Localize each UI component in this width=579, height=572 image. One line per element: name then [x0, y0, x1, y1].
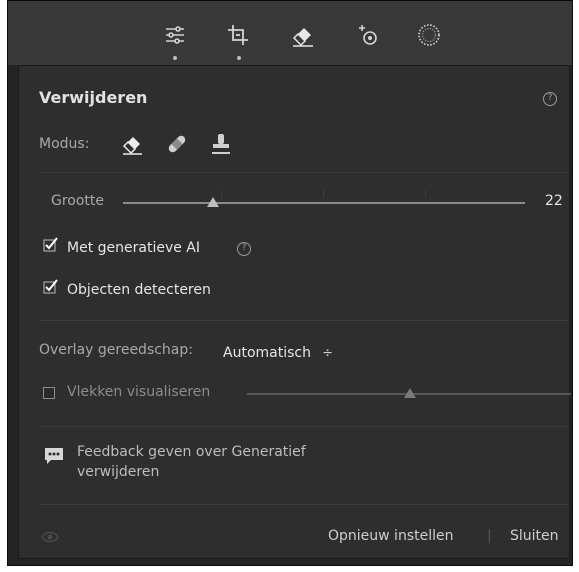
- mode-clone-button[interactable]: [209, 132, 233, 160]
- overlay-tool-label: Overlay gereedschap:: [39, 342, 193, 358]
- masking-icon: [418, 24, 440, 46]
- section-divider: [39, 426, 569, 427]
- feedback-link[interactable]: Feedback geven over Generatief verwijder…: [77, 444, 306, 480]
- visualize-spots-label: Vlekken visualiseren: [67, 384, 211, 400]
- mode-label: Modus:: [39, 136, 90, 152]
- feedback-icon: [45, 448, 63, 464]
- close-button[interactable]: Sluiten: [510, 528, 559, 544]
- section-divider: [39, 172, 569, 173]
- redeye-icon: [359, 25, 377, 45]
- feedback-line-2: verwijderen: [77, 464, 160, 480]
- mode-heal-button[interactable]: [165, 132, 189, 160]
- tool-remove[interactable]: [287, 19, 319, 51]
- feedback-line-1: Feedback geven over Generatief: [77, 444, 306, 460]
- detect-objects-checkbox[interactable]: [43, 278, 59, 294]
- tool-edit-sliders[interactable]: [159, 19, 191, 51]
- mode-eraser-button[interactable]: [121, 132, 145, 160]
- detect-objects-label: Objecten detecteren: [67, 282, 211, 298]
- crop-icon: [228, 25, 248, 45]
- visualize-spots-checkbox[interactable]: [43, 387, 55, 399]
- tool-indicator-dot: [237, 56, 241, 60]
- slider-tick: [323, 190, 324, 198]
- tool-strip: [8, 1, 572, 65]
- help-icon[interactable]: ?: [543, 92, 557, 106]
- remove-panel: Verwijderen ? Modus: Grootte 22 Met gene…: [18, 65, 571, 559]
- size-slider-track[interactable]: [123, 202, 525, 204]
- dropdown-arrow-icon: ÷: [322, 346, 333, 361]
- eraser-icon: [292, 28, 313, 47]
- bandage-icon: [168, 135, 186, 153]
- sliders-icon: [166, 26, 184, 44]
- tool-masking[interactable]: [413, 19, 445, 51]
- tool-redeye[interactable]: [353, 19, 385, 51]
- size-value: 22: [545, 193, 563, 209]
- eraser-icon: [122, 137, 142, 155]
- edit-window: Verwijderen ? Modus: Grootte 22 Met gene…: [7, 0, 573, 566]
- tool-crop[interactable]: [222, 19, 254, 51]
- section-divider: [39, 504, 569, 505]
- spots-slider-handle[interactable]: [403, 387, 417, 399]
- overlay-tool-value: Automatisch: [223, 345, 311, 361]
- section-divider: [39, 320, 569, 321]
- size-slider-handle[interactable]: [206, 196, 220, 208]
- stamp-icon: [212, 134, 230, 154]
- ai-help-icon[interactable]: ?: [237, 242, 251, 256]
- panel-title: Verwijderen: [39, 88, 148, 107]
- generative-ai-label: Met generatieve AI: [67, 240, 200, 256]
- slider-tick: [425, 190, 426, 198]
- overlay-tool-dropdown[interactable]: Automatisch ÷: [223, 342, 333, 361]
- reset-button[interactable]: Opnieuw instellen: [328, 528, 453, 544]
- eye-icon[interactable]: [41, 530, 59, 544]
- tool-indicator-dot: [173, 56, 177, 60]
- size-label: Grootte: [51, 193, 105, 209]
- generative-ai-checkbox[interactable]: [43, 236, 59, 252]
- footer-divider: |: [487, 528, 492, 544]
- slider-tick: [221, 190, 222, 198]
